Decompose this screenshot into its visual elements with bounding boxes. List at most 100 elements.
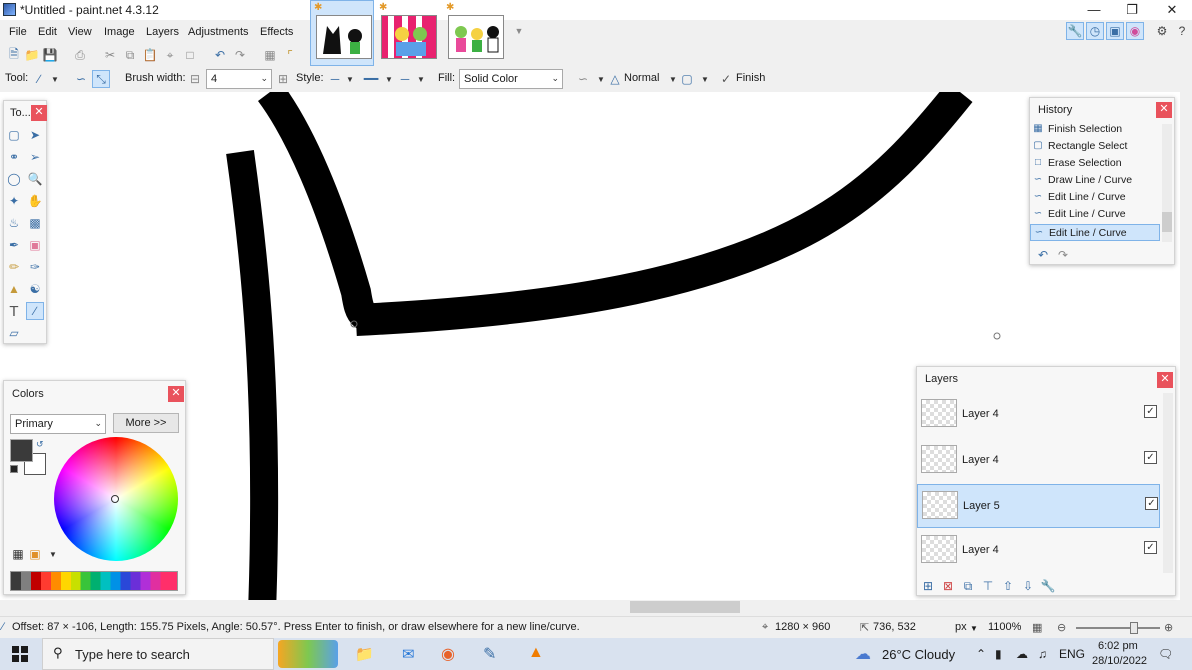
doc-tab-3[interactable]: ✱ — [442, 0, 506, 66]
menu-effects[interactable]: Effects — [260, 26, 293, 38]
vertical-scrollbar[interactable] — [1180, 92, 1192, 600]
palette-menu-icon[interactable]: ▦ — [9, 545, 27, 563]
zoom-tool-icon[interactable]: 🔍 — [26, 170, 44, 188]
color-wheel-cursor[interactable] — [111, 495, 119, 503]
help-icon[interactable]: ? — [1173, 22, 1191, 40]
grid-icon[interactable]: ▦ — [261, 46, 279, 64]
layers-scrollbar[interactable] — [1163, 393, 1173, 573]
mail-app-icon[interactable]: ✉ — [402, 645, 415, 663]
close-icon[interactable]: ✕ — [1156, 102, 1172, 118]
layer-properties-icon[interactable]: 🔧 — [1039, 577, 1057, 595]
taskbar-date[interactable]: 28/10/2022 — [1092, 655, 1147, 667]
layer-row[interactable]: Layer 4 ✓ — [917, 393, 1160, 437]
color-wheel[interactable] — [54, 437, 178, 561]
blend-mode-value[interactable]: Normal — [624, 72, 659, 84]
finish-button[interactable]: Finish — [736, 72, 765, 84]
pan-tool-icon[interactable]: ✋ — [26, 192, 44, 210]
history-item[interactable]: □ Erase Selection — [1030, 155, 1160, 172]
taskbar-search-box[interactable]: ⚲ Type here to search — [42, 638, 274, 670]
tray-chevron-up-icon[interactable]: ⌃ — [976, 647, 986, 661]
colors-toggle-icon[interactable]: ◉ — [1126, 22, 1144, 40]
menu-layers[interactable]: Layers — [146, 26, 179, 38]
text-tool-icon[interactable]: T — [5, 302, 23, 320]
chevron-down-icon[interactable]: ▼ — [412, 70, 430, 88]
color-mode-select[interactable]: Primary ⌄ — [10, 414, 106, 434]
zoom-fit-icon[interactable]: ▦ — [1032, 621, 1042, 634]
bezier-mode-icon[interactable]: ⤡ — [92, 70, 110, 88]
undo-icon[interactable]: ↶ — [211, 46, 229, 64]
language-indicator[interactable]: ENG — [1059, 647, 1085, 661]
units-select[interactable]: px — [955, 621, 967, 633]
history-scroll-thumb[interactable] — [1162, 212, 1172, 232]
paintnet-taskbar-icon[interactable]: ✎ — [483, 644, 496, 664]
redo-icon[interactable]: ↷ — [231, 46, 249, 64]
gradient-tool-icon[interactable]: ▩ — [26, 214, 44, 232]
more-colors-button[interactable]: More >> — [113, 413, 179, 433]
pencil-tool-icon[interactable]: ✏ — [5, 258, 23, 276]
firefox-icon[interactable]: ◉ — [441, 644, 455, 664]
file-explorer-icon[interactable]: 📁 — [355, 645, 374, 663]
ruler-icon[interactable]: ⌜ — [281, 46, 299, 64]
delete-layer-icon[interactable]: ⊠ — [939, 577, 957, 595]
history-scrollbar[interactable] — [1162, 124, 1172, 242]
merge-layer-icon[interactable]: ⊤ — [979, 577, 997, 595]
doc-tab-untitled[interactable]: ✱ — [310, 0, 374, 66]
ellipse-select-tool-icon[interactable]: ◯ — [5, 170, 23, 188]
palette-switch-icon[interactable]: ▣ — [26, 545, 44, 563]
color-palette-strip[interactable] — [10, 571, 178, 591]
menu-edit[interactable]: Edit — [38, 26, 57, 38]
tool-dropdown-icon[interactable]: ▼ — [46, 70, 64, 88]
paint-bucket-tool-icon[interactable]: ♨ — [5, 214, 23, 232]
move-selection-tool-icon[interactable]: ➢ — [26, 148, 44, 166]
chevron-down-icon[interactable]: ▼ — [696, 70, 714, 88]
menu-image[interactable]: Image — [104, 26, 135, 38]
zoom-out-icon[interactable]: ⊖ — [1057, 621, 1066, 634]
zoom-slider-thumb[interactable] — [1130, 622, 1138, 634]
move-layer-down-icon[interactable]: ⇩ — [1019, 577, 1037, 595]
menu-file[interactable]: File — [9, 26, 27, 38]
layer-row[interactable]: Layer 4 ✓ — [917, 529, 1160, 573]
settings-gear-icon[interactable]: ⚙ — [1153, 22, 1171, 40]
move-selected-tool-icon[interactable]: ➤ — [26, 126, 44, 144]
notifications-icon[interactable]: 🗨 — [1158, 647, 1173, 661]
layer-visibility-checkbox[interactable]: ✓ — [1145, 497, 1158, 510]
history-redo-icon[interactable]: ↷ — [1054, 246, 1072, 264]
chevron-down-icon[interactable]: ▼ — [341, 70, 359, 88]
add-layer-icon[interactable]: ⊞ — [919, 577, 937, 595]
history-item[interactable]: ▦ Finish Selection — [1030, 121, 1160, 138]
open-file-icon[interactable]: 📁 — [23, 46, 41, 64]
history-item[interactable]: ∽ Edit Line / Curve — [1030, 206, 1160, 223]
magic-wand-tool-icon[interactable]: ✦ — [5, 192, 23, 210]
history-item[interactable]: ∽ Edit Line / Curve — [1030, 189, 1160, 206]
history-toggle-icon[interactable]: ◷ — [1086, 22, 1104, 40]
brush-width-decrease-icon[interactable]: ⊟ — [186, 70, 204, 88]
zoom-in-icon[interactable]: ⊕ — [1164, 621, 1173, 634]
menu-view[interactable]: View — [68, 26, 92, 38]
line-curve-tool-icon[interactable]: ∕ — [26, 302, 44, 320]
volume-icon[interactable]: ♫ — [1038, 647, 1047, 661]
cut-icon[interactable]: ✂ — [101, 46, 119, 64]
save-icon[interactable]: 💾 — [41, 46, 59, 64]
antialiasing-icon[interactable]: ∽ — [574, 70, 592, 88]
brush-width-increase-icon[interactable]: ⊞ — [274, 70, 292, 88]
swap-colors-icon[interactable]: ↺ — [36, 439, 44, 450]
lasso-select-tool-icon[interactable]: ⚭ — [5, 148, 23, 166]
close-window-button[interactable]: ✕ — [1152, 0, 1192, 20]
chevron-down-icon[interactable]: ▼ — [44, 545, 62, 563]
zoom-slider[interactable] — [1076, 622, 1160, 634]
eraser-tool-icon[interactable]: ▣ — [26, 236, 44, 254]
recolor-tool-icon[interactable]: ☯ — [26, 280, 44, 298]
spline-mode-icon[interactable]: ∽ — [72, 70, 90, 88]
horizontal-scroll-thumb[interactable] — [630, 601, 740, 613]
layers-toggle-icon[interactable]: ▣ — [1106, 22, 1124, 40]
new-file-icon[interactable]: 🗎 — [5, 46, 23, 64]
horizontal-scrollbar[interactable] — [0, 600, 1180, 614]
brush-width-input[interactable]: 4 ⌄ — [206, 69, 272, 89]
blend-mode-icon[interactable]: △ — [606, 70, 624, 88]
restore-button[interactable]: ❐ — [1112, 0, 1152, 20]
layer-visibility-checkbox[interactable]: ✓ — [1144, 405, 1157, 418]
close-icon[interactable]: ✕ — [1157, 372, 1173, 388]
primary-color-swatch[interactable] — [10, 439, 33, 462]
onedrive-icon[interactable]: ☁ — [1016, 647, 1028, 661]
history-item-selected[interactable]: ∽ Edit Line / Curve — [1030, 224, 1160, 241]
